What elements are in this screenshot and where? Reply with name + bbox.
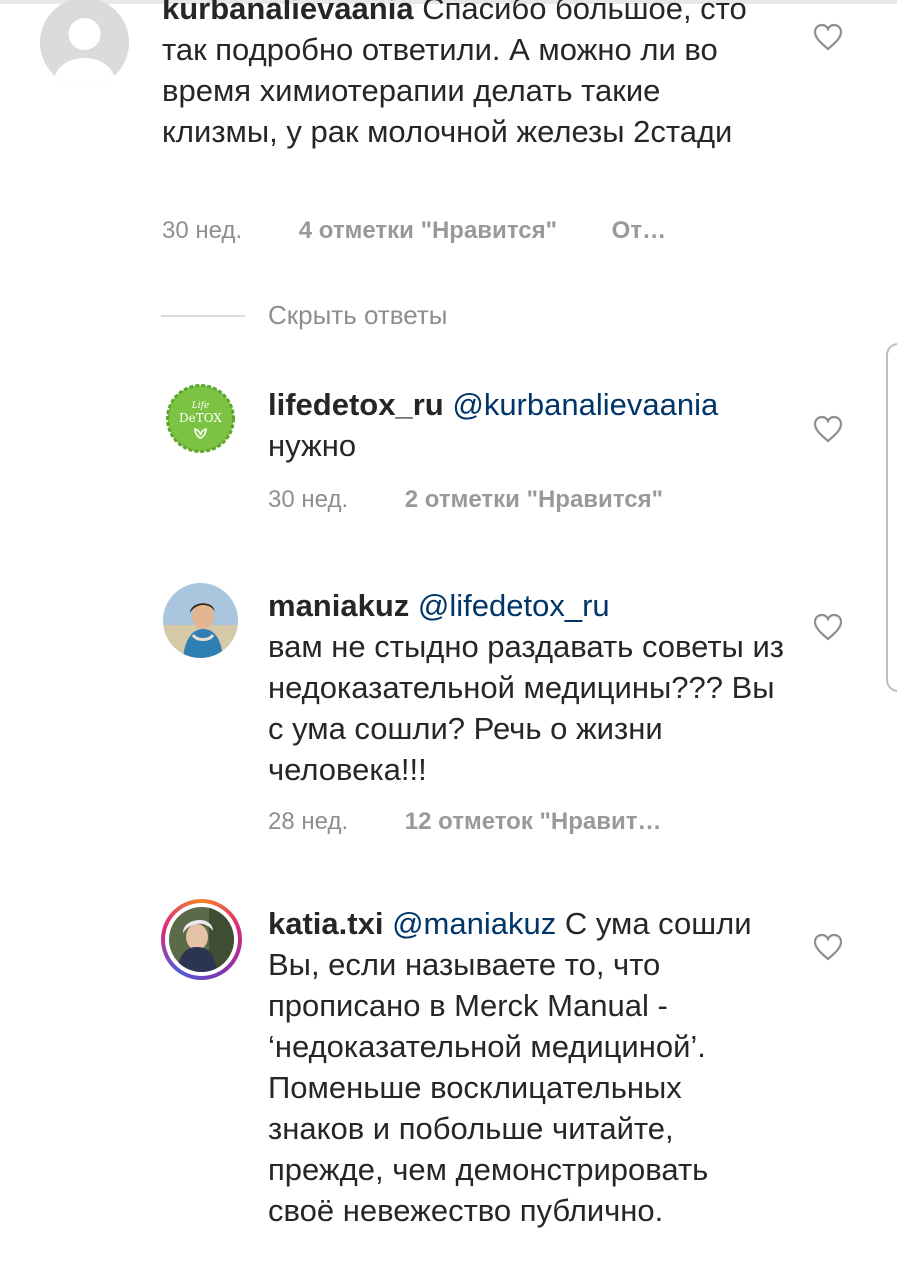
comment-username[interactable]: maniakuz xyxy=(268,588,409,623)
comment-text: kurbanalievaania Спасибо большое, сто та… xyxy=(162,0,782,152)
comment-mention[interactable]: @kurbanalievaania xyxy=(452,387,718,422)
heart-outline-icon[interactable] xyxy=(813,613,843,641)
lifedetox-logo-icon: Life DeTOX xyxy=(163,381,238,456)
comment-time: 28 нед. xyxy=(268,808,349,835)
comment-text: maniakuz @lifedetox_ru вам не стыдно раз… xyxy=(268,585,788,790)
heart-outline-icon[interactable] xyxy=(813,933,843,961)
comment-text: katia.txi @maniakuz С ума сошли Вы, если… xyxy=(268,903,768,1231)
comment-username[interactable]: kurbanalievaania xyxy=(162,0,414,26)
comment-time: 30 нед. xyxy=(162,217,243,244)
comment-likes[interactable]: 2 отметки "Нравится" xyxy=(405,486,663,514)
comment-body: нужно xyxy=(268,428,357,463)
heart-outline-icon[interactable] xyxy=(813,415,843,443)
comment-body: С ума сошли Вы, если называете то, что п… xyxy=(268,906,752,1228)
hide-replies-button[interactable]: Скрыть ответы xyxy=(268,300,448,331)
comment-text: lifedetox_ru @kurbanalievaania нужно xyxy=(268,384,788,466)
svg-text:Life: Life xyxy=(191,401,210,411)
comment-mention[interactable]: @lifedetox_ru xyxy=(418,588,610,623)
comment-username[interactable]: lifedetox_ru xyxy=(268,387,444,422)
scroll-handle[interactable] xyxy=(886,343,897,692)
comment-meta: 30 нед. 2 отметки "Нравится" xyxy=(268,486,663,514)
comment-body: вам не стыдно раздавать советы из недока… xyxy=(268,629,784,787)
profile-photo xyxy=(163,583,238,658)
reply-button[interactable]: От… xyxy=(612,217,666,245)
default-avatar-icon xyxy=(40,0,129,87)
avatar[interactable] xyxy=(161,899,242,980)
avatar[interactable] xyxy=(40,0,129,87)
comment-mention[interactable]: @maniakuz xyxy=(392,906,556,941)
comment-meta: 30 нед. 4 отметки "Нравится" От… xyxy=(162,217,666,245)
comment-username[interactable]: katia.txi xyxy=(268,906,383,941)
svg-text:DeTOX: DeTOX xyxy=(179,411,222,425)
hide-replies-divider xyxy=(161,315,245,317)
comment-likes[interactable]: 4 отметки "Нравится" xyxy=(299,217,557,245)
comment-time: 30 нед. xyxy=(268,486,349,513)
profile-photo xyxy=(169,907,234,972)
comment-meta: 28 нед. 12 отметок "Нравит… xyxy=(268,808,662,836)
avatar[interactable]: Life DeTOX xyxy=(163,381,238,456)
avatar[interactable] xyxy=(163,583,238,658)
heart-outline-icon[interactable] xyxy=(813,23,843,51)
comment-likes[interactable]: 12 отметок "Нравит… xyxy=(405,808,662,836)
